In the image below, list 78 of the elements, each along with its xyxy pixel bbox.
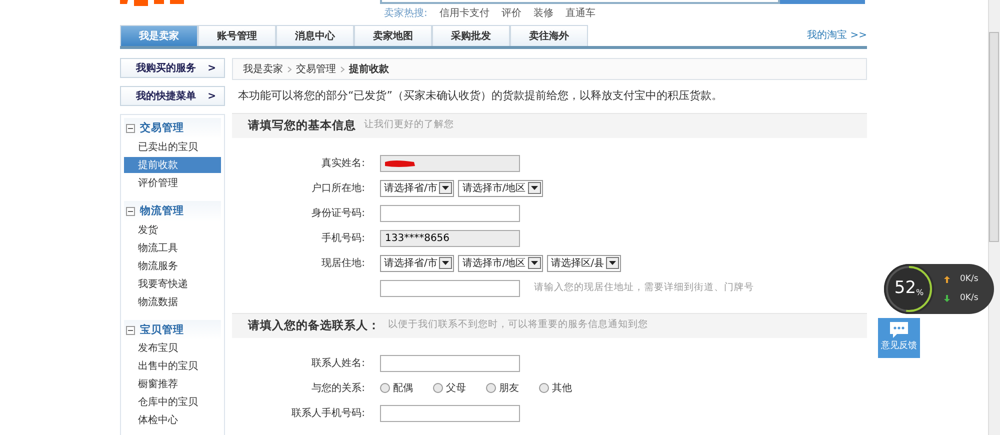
field-label: 现居住地: — [320, 256, 366, 270]
breadcrumb-current: 提前收款 — [349, 62, 389, 76]
radio-option[interactable]: 其他 — [539, 380, 592, 396]
sidebar-item[interactable]: 仓库中的宝贝 — [124, 394, 221, 410]
input-field[interactable] — [380, 404, 520, 422]
my-taobao-link[interactable]: 我的淘宝 >> — [807, 28, 867, 46]
caret-icon — [442, 186, 450, 190]
input-field[interactable] — [380, 204, 520, 222]
dropdown[interactable]: 请选择区/县 — [546, 254, 622, 272]
field-label: 手机号码: — [320, 232, 366, 246]
section-subtitle: 以便于我们联系不到您时，可以将重要的服务信息通知到您 — [388, 318, 648, 332]
caret-icon — [530, 261, 538, 265]
sidebar-item[interactable]: 物流工具 — [124, 240, 221, 256]
hot-search-link[interactable]: 信用卡支付 — [439, 6, 490, 28]
dropdown[interactable]: 请选择省/市 — [380, 180, 454, 196]
sidebar-item[interactable]: 我要寄快递 — [124, 276, 221, 292]
section-subtitle: 让我们更好的了解您 — [364, 118, 454, 132]
caret-icon — [442, 261, 450, 265]
menu-button[interactable]: 我购买的服务 > — [120, 58, 225, 78]
caret-icon — [530, 186, 538, 190]
sidebar-item[interactable]: 已卖出的宝贝 — [124, 138, 221, 155]
field-label: 联系人姓名: — [310, 356, 366, 370]
sidebar-item[interactable]: 出售中的宝贝 — [124, 358, 221, 374]
intro-text: 本功能可以将您的部分“已发货”（买家未确认收货）的货款提前给您，以释放支付宝中的积压货款。 — [238, 88, 724, 104]
sidebar-item[interactable]: 体检中心 — [124, 412, 221, 428]
menu-button[interactable]: 我的快捷菜单 > — [120, 86, 225, 106]
chat-bubble-icon — [889, 321, 909, 339]
progress-ring — [884, 264, 934, 314]
field-label: 户口所在地: — [310, 182, 366, 196]
input-field[interactable]: 133****8656 — [380, 230, 520, 246]
chevron-icon — [340, 66, 345, 72]
field-hint: 请输入您的现居住地址，需要详细到街道、门牌号 — [534, 280, 754, 295]
scrollbar[interactable] — [988, 0, 1000, 435]
nav-tab[interactable]: 卖家地图 — [354, 25, 432, 46]
dropdown[interactable]: 请选择市/地区 — [458, 254, 543, 272]
nav-tab[interactable]: 账号管理 — [198, 25, 276, 46]
chevron-icon — [287, 66, 292, 72]
download-speed: 0K/s — [960, 292, 978, 305]
up-arrow-icon — [944, 276, 950, 284]
field-label: 与您的关系: — [310, 382, 366, 396]
sidebar-item[interactable]: 物流数据 — [124, 294, 221, 310]
radio-option[interactable]: 配偶 — [380, 380, 433, 396]
collapse-icon — [126, 124, 135, 134]
hot-search-label: 卖家热搜: — [384, 6, 428, 21]
hot-search-link[interactable]: 装修 — [533, 6, 554, 28]
sidebar-item[interactable]: 物流服务 — [124, 258, 221, 274]
radio-option[interactable]: 朋友 — [486, 380, 539, 396]
nav-tab[interactable]: 消息中心 — [276, 25, 354, 46]
dropdown[interactable]: 请选择省/市 — [380, 254, 454, 272]
hot-search-link[interactable]: 评价 — [501, 6, 522, 28]
breadcrumb-link[interactable]: 我是卖家 — [243, 62, 283, 76]
collapse-icon — [126, 207, 135, 216]
percent-unit: % — [916, 287, 924, 299]
hot-search-link[interactable]: 直通车 — [565, 6, 596, 28]
dropdown[interactable]: 请选择市/地区 — [458, 180, 543, 196]
sidebar-item[interactable]: 橱窗推荐 — [124, 376, 221, 392]
scroll-thumb[interactable] — [989, 32, 999, 242]
input-field[interactable] — [380, 354, 520, 372]
sidebar-item[interactable]: 提前收款 — [124, 156, 221, 173]
nav-tab[interactable]: 采购批发 — [432, 25, 510, 46]
sidebar-item[interactable]: 发货 — [124, 222, 221, 238]
section-title: 请填写您的基本信息 — [248, 116, 356, 134]
collapse-icon — [126, 326, 135, 335]
breadcrumb-link[interactable]: 交易管理 — [296, 62, 336, 76]
field-label: 联系人手机号码: — [290, 406, 366, 420]
upload-speed: 0K/s — [960, 273, 978, 286]
radio-option[interactable]: 父母 — [433, 380, 486, 396]
input-field[interactable] — [380, 154, 520, 172]
field-label: 真实姓名: — [320, 156, 366, 170]
input-field[interactable] — [380, 280, 520, 296]
usage-percent: 52 — [894, 277, 916, 300]
down-arrow-icon — [944, 294, 950, 302]
caret-icon — [609, 261, 616, 265]
section-title: 请填入您的备选联系人： — [248, 316, 380, 334]
sidebar-item[interactable]: 评价管理 — [124, 174, 221, 191]
sidebar-item[interactable]: 发布宝贝 — [124, 340, 221, 356]
nav-tab[interactable]: 卖往海外 — [510, 25, 588, 46]
field-label: 身份证号码: — [310, 206, 366, 220]
